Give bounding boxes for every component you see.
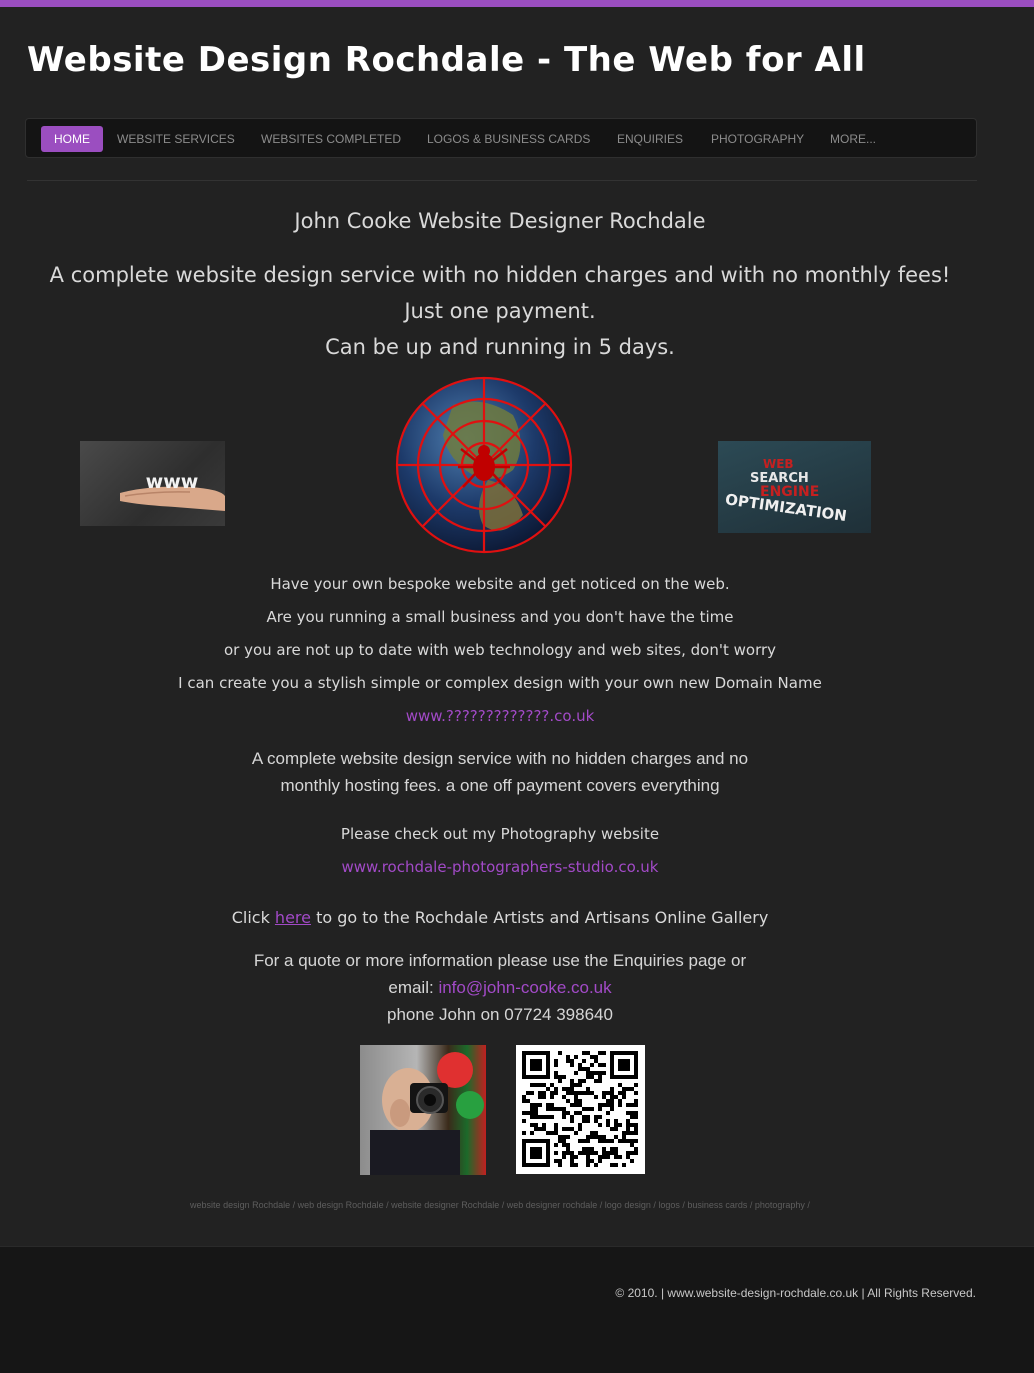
seo-image: WEB SEARCH ENGINE OPTIMIZATION [718,441,871,533]
nav-item-photography[interactable]: PHOTOGRAPHY [711,126,804,152]
email-link[interactable]: info@john-cooke.co.uk [438,978,611,997]
nav-item-website-services[interactable]: WEBSITE SERVICES [117,126,235,152]
intro-line-3: or you are not up to date with web techn… [223,641,777,659]
photography-site-link[interactable]: www.rochdale-photographers-studio.co.uk [0,858,1000,876]
tagline-line-3: Can be up and running in 5 days. [325,335,675,359]
tagline-line-2: Just one payment. [404,299,596,323]
gallery-text-before: Click [231,908,275,927]
nav-item-home[interactable]: HOME [41,126,103,152]
gallery-text-after: to go to the Rochdale Artists and Artisa… [310,908,769,927]
www-hand-text: www [146,471,199,493]
quote-line: For a quote or more information please u… [253,951,747,970]
photography-prompt: Please check out my Photography website [340,825,660,843]
phone-line: phone John on 07724 398640 [387,1005,613,1024]
email-label: email: [388,978,439,997]
seo-word-web: WEB [763,457,794,471]
www-hand-image: www [80,441,225,526]
intro-line-4: I can create you a stylish simple or com… [178,674,822,692]
service-line-2: monthly hosting fees. a one off payment … [280,776,720,795]
domain-example-link[interactable]: www.?????????????.co.uk [0,707,1000,725]
nav-item-enquiries[interactable]: ENQUIRIES [617,126,683,152]
gallery-here-link[interactable]: here [275,908,311,927]
nav-item-more[interactable]: MORE... [830,126,876,152]
service-line-1: A complete website design service with n… [251,749,749,768]
intro-line-1: Have your own bespoke website and get no… [270,575,730,593]
site-title[interactable]: Website Design Rochdale - The Web for Al… [27,40,866,80]
nav-item-logos-business-cards[interactable]: LOGOS & BUSINESS CARDS [427,126,590,152]
top-accent-bar [0,0,1034,7]
gallery-line: Click here to go to the Rochdale Artists… [0,908,1000,927]
qr-code-image [516,1045,645,1174]
page-heading: John Cooke Website Designer Rochdale [294,209,706,233]
email-line: email: info@john-cooke.co.uk [0,978,1000,998]
nav-item-websites-completed[interactable]: WEBSITES COMPLETED [261,126,401,152]
intro-line-2: Are you running a small business and you… [266,608,734,626]
tagline-line-1: A complete website design service with n… [49,263,951,287]
globe-spider-web-logo [393,375,575,555]
footer [0,1246,1034,1373]
main-navigation: HOME WEBSITE SERVICES WEBSITES COMPLETED… [25,118,977,158]
header-divider [27,180,977,181]
seo-keywords-footer: website design Rochdale / web design Roc… [190,1200,810,1210]
photographer-portrait [360,1045,486,1175]
footer-copyright: © 2010. | www.website-design-rochdale.co… [615,1286,976,1300]
